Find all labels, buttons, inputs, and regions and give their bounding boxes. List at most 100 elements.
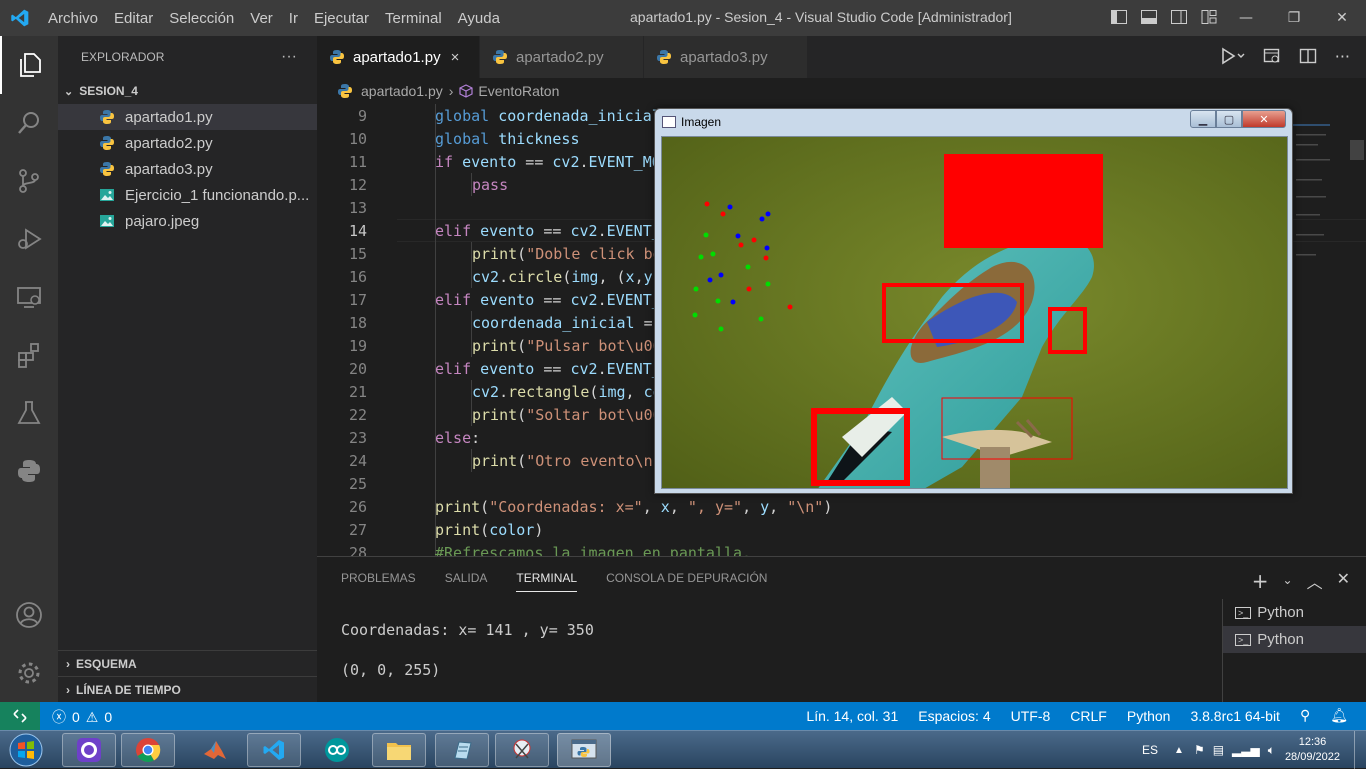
customize-layout-icon[interactable] (1200, 8, 1218, 26)
point (735, 233, 741, 239)
tray-show-hidden-icon[interactable]: ▲ (1174, 745, 1184, 756)
terminal-item[interactable]: >_ Python (1223, 626, 1366, 653)
timeline-section[interactable]: › LÍNEA DE TIEMPO (58, 676, 317, 702)
source-control-icon[interactable] (0, 152, 58, 210)
start-button-icon[interactable] (4, 732, 48, 768)
taskbar-file-explorer-icon[interactable] (372, 733, 426, 767)
tab-close-icon[interactable]: × (451, 49, 460, 66)
maximize-panel-icon[interactable]: ︿ (1307, 569, 1323, 593)
search-icon[interactable] (0, 94, 58, 152)
menu-seleccion[interactable]: Selección (161, 10, 242, 27)
cursor-position[interactable]: Lín. 14, col. 31 (806, 708, 898, 724)
close-icon[interactable]: ✕ (1318, 0, 1366, 36)
explorer-icon[interactable] (0, 36, 58, 94)
remote-indicator-icon[interactable] (0, 702, 40, 730)
tray-volume-icon[interactable]: 🔈︎ (1268, 743, 1275, 758)
file-item[interactable]: apartado2.py (58, 130, 317, 156)
restore-icon[interactable]: ❐ (1270, 0, 1318, 36)
tray-network-icon[interactable]: ▤ (1213, 743, 1224, 757)
menu-ayuda[interactable]: Ayuda (450, 10, 508, 27)
taskbar-github-desktop-icon[interactable] (62, 733, 116, 767)
more-editor-actions-icon[interactable]: ··· (1335, 47, 1350, 66)
language-mode[interactable]: Python (1127, 708, 1171, 724)
clock[interactable]: 12:36 28/09/2022 (1285, 735, 1340, 765)
window-app-icon (662, 116, 676, 128)
minimize-icon[interactable]: — (1222, 0, 1270, 36)
show-desktop-button[interactable] (1354, 731, 1366, 769)
breadcrumb-symbol[interactable]: EventoRaton (478, 83, 559, 99)
line-number: 18 (348, 314, 367, 332)
taskbar-arduino-icon[interactable] (310, 733, 364, 767)
close-panel-icon[interactable]: ✕ (1337, 569, 1350, 593)
problems-indicator[interactable]: ⓧ 0 ⚠ 0 (52, 707, 112, 727)
python-interpreter[interactable]: 3.8.8rc1 64-bit (1190, 708, 1280, 724)
image-file-icon (99, 213, 117, 229)
taskbar-notepad-icon[interactable] (435, 733, 489, 767)
code-line: else: (435, 429, 481, 447)
tab-apartado1[interactable]: apartado1.py × (317, 36, 480, 78)
encoding[interactable]: UTF-8 (1011, 708, 1051, 724)
tab-debug-console[interactable]: CONSOLA DE DEPURACIÓN (606, 571, 767, 592)
taskbar-vscode-icon[interactable] (247, 733, 301, 767)
image-canvas[interactable] (661, 136, 1288, 489)
file-item[interactable]: apartado3.py (58, 156, 317, 182)
opencv-image-window[interactable]: Imagen ▁ ▢ ✕ (654, 108, 1293, 494)
toggle-secondary-sidebar-icon[interactable] (1170, 8, 1188, 26)
taskbar-matlab-icon[interactable] (188, 733, 242, 767)
new-terminal-icon[interactable]: + (1252, 569, 1269, 593)
split-editor-icon[interactable] (1299, 47, 1317, 65)
remote-explorer-icon[interactable] (0, 268, 58, 326)
python-icon[interactable] (0, 442, 58, 500)
tab-problems[interactable]: PROBLEMAS (341, 571, 416, 592)
tab-terminal[interactable]: TERMINAL (516, 571, 578, 592)
minimap[interactable] (1290, 104, 1350, 274)
menu-editar[interactable]: Editar (106, 10, 161, 27)
tray-signal-icon[interactable]: ▂▃▅ (1232, 743, 1260, 757)
tab-apartado2[interactable]: apartado2.py (480, 36, 644, 78)
toggle-panel-icon[interactable] (1140, 8, 1158, 26)
file-item[interactable]: pajaro.jpeg (58, 208, 317, 234)
outline-section[interactable]: › ESQUEMA (58, 650, 317, 676)
line-number: 20 (348, 360, 367, 378)
extensions-icon[interactable] (0, 326, 58, 384)
accounts-icon[interactable] (0, 586, 58, 644)
menu-archivo[interactable]: Archivo (40, 10, 106, 27)
chevron-down-icon[interactable]: ⌄ (1283, 573, 1293, 593)
editor-scrollbar[interactable] (1350, 140, 1364, 160)
menu-terminal[interactable]: Terminal (377, 10, 450, 27)
live-share-icon[interactable]: ⚲ (1300, 707, 1310, 724)
menu-ver[interactable]: Ver (242, 10, 281, 27)
close-icon[interactable]: ✕ (1242, 110, 1286, 128)
file-item[interactable]: apartado1.py (58, 104, 317, 130)
point (764, 245, 770, 251)
testing-icon[interactable] (0, 384, 58, 442)
open-preview-icon[interactable] (1263, 47, 1281, 65)
toggle-sidebar-icon[interactable] (1110, 8, 1128, 26)
workspace-folder[interactable]: ⌄ SESION_4 (58, 78, 317, 104)
menu-ejecutar[interactable]: Ejecutar (306, 10, 377, 27)
tab-apartado3[interactable]: apartado3.py (644, 36, 808, 78)
code-line: print("Otro evento\n") (472, 452, 671, 470)
point (698, 254, 704, 260)
terminal-item[interactable]: >_ Python (1223, 599, 1366, 626)
end-of-line[interactable]: CRLF (1070, 708, 1107, 724)
maximize-icon[interactable]: ▢ (1216, 110, 1242, 128)
language-indicator[interactable]: ES (1142, 743, 1158, 757)
tab-output[interactable]: SALIDA (445, 571, 488, 592)
manage-gear-icon[interactable] (0, 644, 58, 702)
breadcrumb-file[interactable]: apartado1.py (361, 83, 443, 99)
notifications-bell-icon[interactable]: 🔔︎ (1330, 707, 1348, 724)
indentation[interactable]: Espacios: 4 (918, 708, 990, 724)
menu-ir[interactable]: Ir (281, 10, 306, 27)
python-file-icon (329, 49, 345, 65)
more-actions-icon[interactable]: ··· (281, 48, 297, 66)
symbol-method-icon (459, 84, 474, 98)
taskbar-chrome-icon[interactable] (121, 733, 175, 767)
file-item[interactable]: Ejercicio_1 funcionando.p... (58, 182, 317, 208)
minimize-icon[interactable]: ▁ (1190, 110, 1216, 128)
taskbar-snipping-tool-icon[interactable] (495, 733, 549, 767)
taskbar-python-window-icon[interactable] (557, 733, 611, 767)
run-python-icon[interactable] (1219, 46, 1245, 66)
run-debug-icon[interactable] (0, 210, 58, 268)
tray-flag-icon[interactable]: ⚑ (1194, 743, 1205, 757)
